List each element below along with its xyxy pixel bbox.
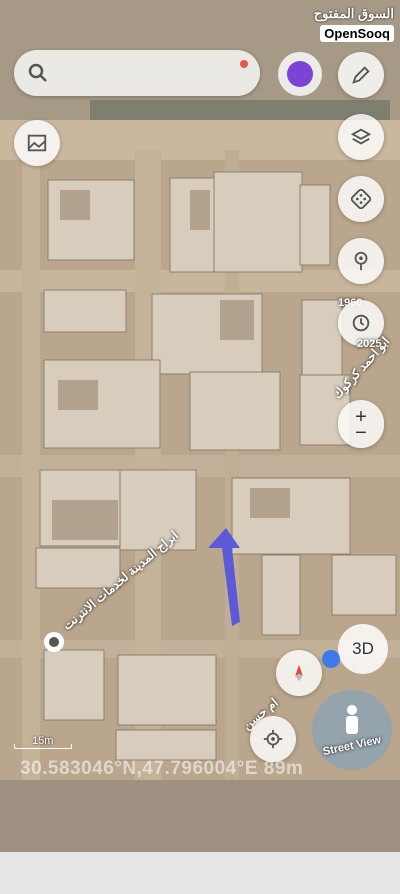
street-view-person-icon	[346, 705, 358, 734]
compass-icon	[295, 664, 303, 682]
location-dot	[322, 650, 340, 668]
zoom-control[interactable]: + −	[338, 400, 384, 448]
pin-button[interactable]	[338, 238, 384, 284]
dice-icon	[350, 188, 372, 210]
zoom-out-button[interactable]: −	[355, 423, 367, 443]
search-bar[interactable]	[14, 50, 260, 96]
pencil-icon	[352, 66, 370, 84]
history-icon	[352, 314, 370, 332]
street-view-label: Street View	[321, 733, 383, 759]
watermark-arabic: السوق المفتوح	[313, 6, 394, 21]
layers-button[interactable]	[338, 114, 384, 160]
street-view-button[interactable]: Street View	[312, 690, 392, 770]
avatar[interactable]	[278, 52, 322, 96]
gallery-button[interactable]	[14, 120, 60, 166]
compass-button[interactable]	[276, 650, 322, 696]
scale-label: 15m	[32, 735, 54, 747]
location-pin-icon	[354, 251, 368, 271]
bottom-bar	[0, 852, 400, 894]
watermark-english: OpenSooq	[320, 25, 394, 42]
layers-icon	[350, 128, 372, 145]
coordinates-readout: 30.583046°N,47.796004°E 89m	[20, 758, 304, 779]
random-button[interactable]	[338, 176, 384, 222]
search-icon	[28, 63, 47, 82]
locate-button[interactable]	[250, 716, 296, 762]
poi-marker[interactable]	[44, 632, 64, 652]
three-d-button[interactable]: 3D	[338, 624, 388, 674]
locate-icon	[263, 729, 283, 749]
gallery-icon	[27, 134, 47, 152]
watermark: السوق المفتوح OpenSooq	[314, 6, 394, 43]
edit-button[interactable]	[338, 52, 384, 98]
mic-dot[interactable]	[240, 60, 248, 68]
